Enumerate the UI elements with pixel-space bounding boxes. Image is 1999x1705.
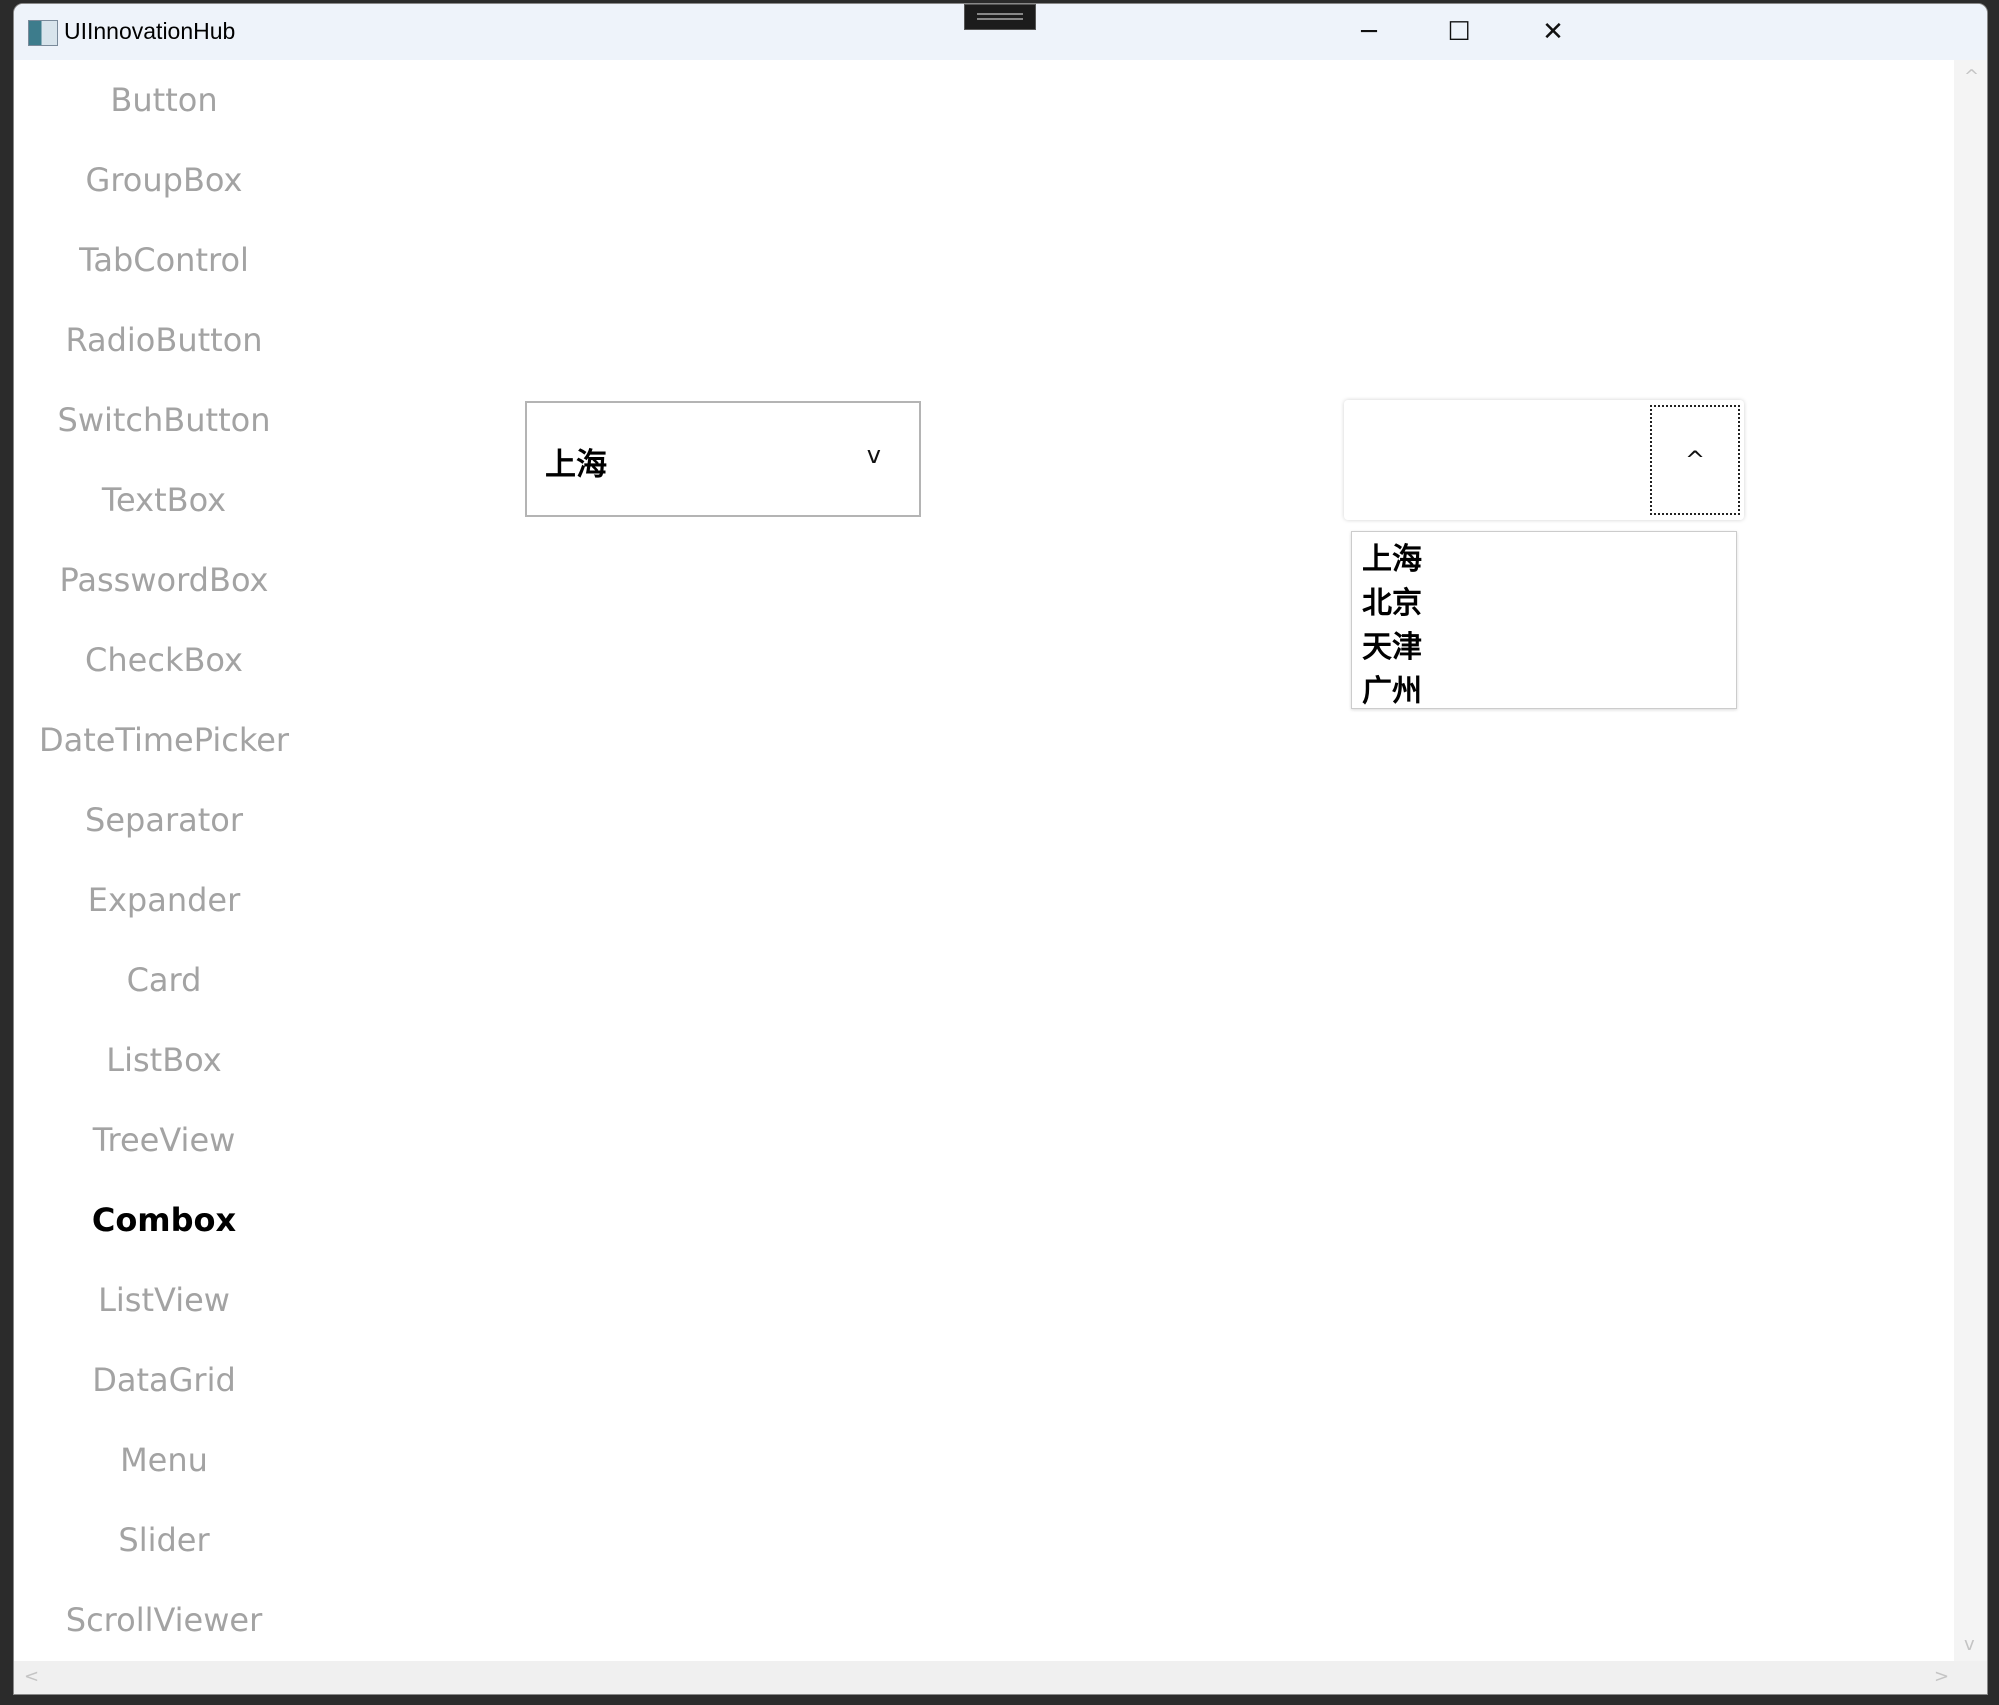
scroll-right-icon[interactable]: > — [1934, 1666, 1949, 1687]
horizontal-scrollbar[interactable]: < > — [14, 1661, 1987, 1694]
minimize-button[interactable]: ─ — [1324, 4, 1414, 60]
app-window: UIInnovationHub ─ ☐ ✕ Button GroupBox TabC… — [13, 3, 1988, 1695]
sidebar-item-menu[interactable]: Menu — [14, 1440, 314, 1480]
combobox-selected-value: 上海 — [545, 447, 607, 483]
scroll-down-icon[interactable]: v — [1964, 1634, 1975, 1655]
sidebar-item-switchbutton[interactable]: SwitchButton — [14, 400, 314, 440]
sidebar-item-passwordbox[interactable]: PasswordBox — [14, 560, 314, 600]
maximize-button[interactable]: ☐ — [1414, 4, 1504, 60]
scroll-up-icon[interactable]: ^ — [1964, 66, 1979, 87]
sidebar-item-expander[interactable]: Expander — [14, 880, 314, 920]
combobox-dropdown-list: 上海 北京 天津 广州 — [1351, 531, 1737, 709]
list-item[interactable]: 天津 — [1352, 626, 1736, 670]
sidebar-item-listbox[interactable]: ListBox — [14, 1040, 314, 1080]
sidebar-item-datetimepicker[interactable]: DateTimePicker — [14, 720, 314, 760]
chevron-up-icon[interactable]: ^ — [1650, 405, 1740, 515]
city-combobox[interactable]: 上海 v — [525, 401, 921, 517]
scroll-left-icon[interactable]: < — [24, 1666, 39, 1687]
sidebar-item-card[interactable]: Card — [14, 960, 314, 1000]
app-icon — [28, 20, 58, 46]
chevron-down-icon[interactable]: v — [867, 441, 881, 469]
sidebar-item-combox[interactable]: Combox — [14, 1200, 314, 1240]
window-title: UIInnovationHub — [64, 18, 236, 44]
sidebar-item-textbox[interactable]: TextBox — [14, 480, 314, 520]
open-city-combobox[interactable]: ^ — [1344, 400, 1744, 520]
list-item[interactable]: 广州 — [1352, 670, 1736, 714]
title-bar: UIInnovationHub ─ ☐ ✕ — [14, 4, 1987, 60]
sidebar-item-groupbox[interactable]: GroupBox — [14, 160, 314, 200]
sidebar-item-datagrid[interactable]: DataGrid — [14, 1360, 314, 1400]
sidebar-item-separator[interactable]: Separator — [14, 800, 314, 840]
close-button[interactable]: ✕ — [1508, 4, 1598, 60]
drag-handle[interactable] — [964, 4, 1036, 30]
vertical-scrollbar[interactable]: ^ v — [1954, 60, 1987, 1661]
list-item[interactable]: 上海 — [1352, 538, 1736, 582]
sidebar-item-checkbox[interactable]: CheckBox — [14, 640, 314, 680]
sidebar-item-scrollviewer[interactable]: ScrollViewer — [14, 1600, 314, 1640]
sidebar-item-radiobutton[interactable]: RadioButton — [14, 320, 314, 360]
sidebar-item-button[interactable]: Button — [14, 80, 314, 120]
sidebar-item-tabcontrol[interactable]: TabControl — [14, 240, 314, 280]
sidebar-item-listview[interactable]: ListView — [14, 1280, 314, 1320]
sidebar-item-treeview[interactable]: TreeView — [14, 1120, 314, 1160]
sidebar-item-slider[interactable]: Slider — [14, 1520, 314, 1560]
list-item[interactable]: 北京 — [1352, 582, 1736, 626]
